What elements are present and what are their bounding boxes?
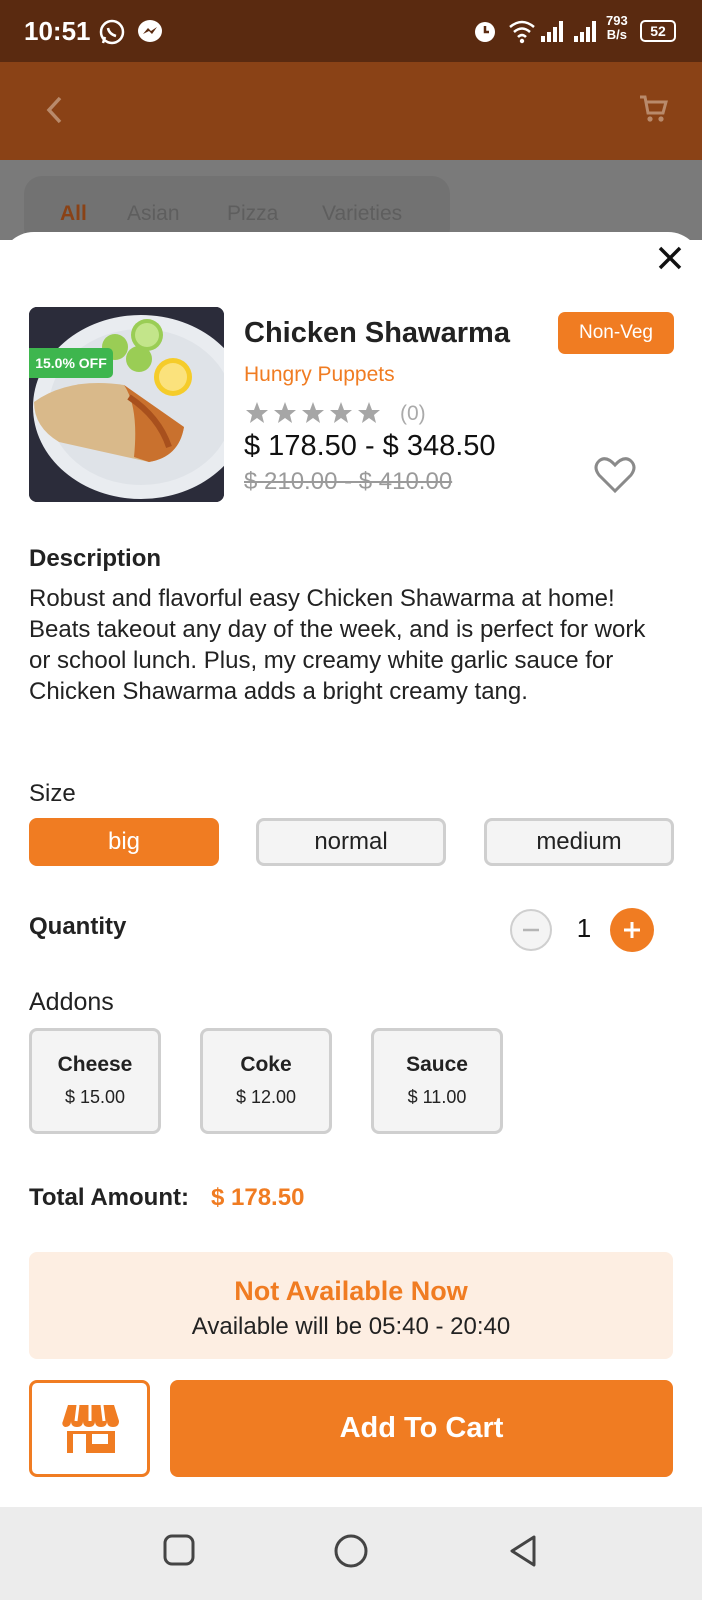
non-veg-badge: Non-Veg bbox=[558, 312, 674, 354]
availability-hours: Available will be 05:40 - 20:40 bbox=[191, 1313, 511, 1340]
tab-pizza[interactable]: Pizza bbox=[227, 202, 278, 226]
product-title: Chicken Shawarma bbox=[244, 317, 510, 349]
addon-name: Cheese bbox=[57, 1053, 133, 1076]
total-amount-value: $ 178.50 bbox=[211, 1184, 305, 1211]
discount-badge: 15.0% OFF bbox=[29, 348, 113, 378]
whatsapp-icon bbox=[98, 18, 126, 51]
description-text: Robust and flavorful easy Chicken Shawar… bbox=[29, 585, 646, 705]
signal-1-icon bbox=[540, 18, 564, 49]
addon-name: Coke bbox=[240, 1053, 292, 1076]
battery-icon: 52 bbox=[640, 20, 676, 42]
availability-notice: Not Available Now Available will be 05:4… bbox=[29, 1252, 673, 1359]
messenger-icon bbox=[136, 18, 164, 51]
net-speed: 793 B/s bbox=[606, 14, 628, 42]
description-title: Description bbox=[29, 545, 162, 572]
addon-name: Sauce bbox=[406, 1053, 468, 1076]
addon-price: $ 15.00 bbox=[64, 1087, 126, 1107]
size-option-normal[interactable]: normal bbox=[256, 818, 446, 866]
store-icon bbox=[62, 1404, 119, 1453]
back-icon[interactable] bbox=[506, 1533, 540, 1574]
addon-price: $ 11.00 bbox=[407, 1087, 467, 1107]
plus-icon bbox=[624, 922, 640, 938]
addon-coke[interactable]: Coke $ 12.00 bbox=[200, 1028, 332, 1134]
system-nav-bar bbox=[0, 1507, 702, 1600]
battery-level: 52 bbox=[650, 23, 666, 39]
signal-2-icon bbox=[573, 18, 597, 49]
addon-sauce[interactable]: Sauce $ 11.00 bbox=[371, 1028, 503, 1134]
quantity-decrease-button[interactable] bbox=[510, 909, 552, 951]
total-amount-label: Total Amount: bbox=[29, 1184, 189, 1211]
restaurant-name[interactable]: Hungry Puppets bbox=[244, 363, 395, 387]
product-image bbox=[29, 307, 224, 502]
alarm-icon bbox=[472, 18, 498, 49]
store-button[interactable] bbox=[29, 1380, 150, 1477]
quantity-value: 1 bbox=[576, 913, 592, 943]
quantity-title: Quantity bbox=[29, 913, 127, 940]
size-title: Size bbox=[29, 780, 76, 807]
quantity-increase-button[interactable] bbox=[610, 908, 654, 952]
rating-stars bbox=[244, 400, 389, 431]
size-option-medium[interactable]: medium bbox=[484, 818, 674, 866]
addon-cheese[interactable]: Cheese $ 15.00 bbox=[29, 1028, 161, 1134]
rating-count: (0) bbox=[400, 402, 426, 425]
app-bar bbox=[0, 62, 702, 160]
price-range: $ 178.50 - $ 348.50 bbox=[244, 430, 496, 462]
back-arrow-icon[interactable] bbox=[40, 92, 70, 133]
size-option-big[interactable]: big bbox=[29, 818, 219, 866]
net-speed-value: 793 bbox=[606, 13, 628, 28]
add-to-cart-button[interactable]: Add To Cart bbox=[170, 1380, 673, 1477]
net-speed-unit: B/s bbox=[606, 27, 627, 42]
minus-icon bbox=[523, 928, 539, 932]
tab-varieties[interactable]: Varieties bbox=[322, 202, 402, 226]
original-price-range: $ 210.00 - $ 410.00 bbox=[244, 468, 453, 495]
cart-icon[interactable] bbox=[638, 94, 668, 129]
status-bar: 10:51 793 B/s 52 bbox=[0, 0, 702, 62]
addon-price: $ 12.00 bbox=[235, 1087, 297, 1107]
recent-apps-icon[interactable] bbox=[162, 1533, 196, 1572]
addons-title: Addons bbox=[29, 988, 114, 1016]
tab-all[interactable]: All bbox=[60, 202, 87, 226]
close-icon[interactable] bbox=[650, 238, 690, 278]
tab-asian[interactable]: Asian bbox=[127, 202, 180, 226]
status-time: 10:51 bbox=[24, 16, 91, 46]
wifi-icon bbox=[508, 18, 536, 49]
home-icon[interactable] bbox=[333, 1533, 369, 1574]
availability-title: Not Available Now bbox=[234, 1276, 468, 1306]
heart-icon[interactable] bbox=[594, 455, 636, 500]
